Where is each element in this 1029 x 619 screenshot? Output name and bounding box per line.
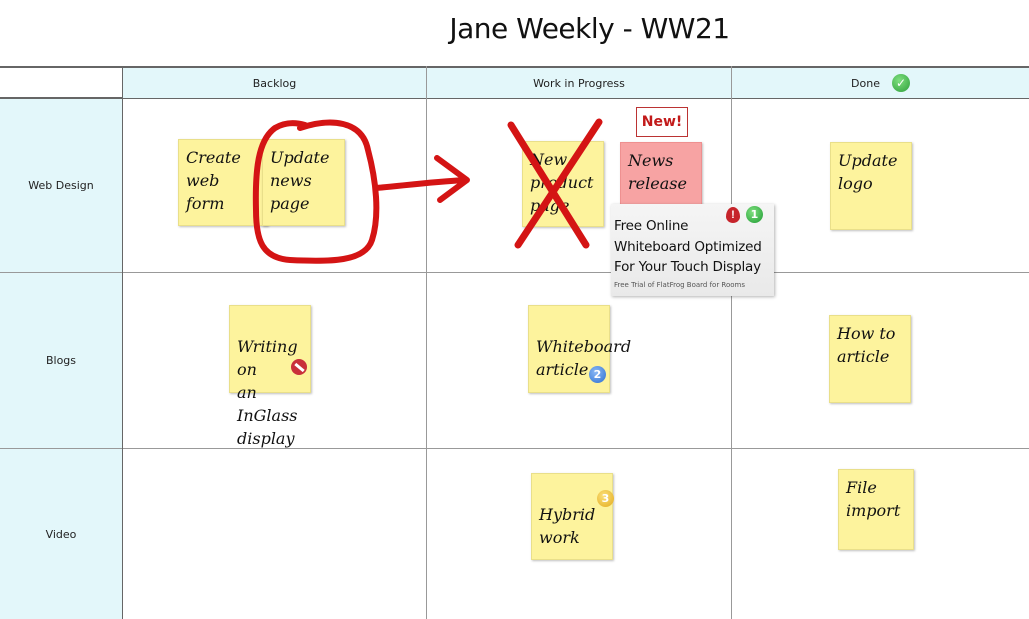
sticky-note-update-news-page[interactable]: Update news page (262, 139, 345, 226)
column-label: Done (851, 76, 880, 90)
column-header-wip[interactable]: Work in Progress (427, 68, 731, 98)
column-label: Work in Progress (533, 76, 625, 90)
row-header-web-design[interactable]: Web Design (0, 99, 122, 272)
row-label: Blogs (45, 354, 77, 367)
sticky-note-news-release[interactable]: News release (620, 142, 702, 208)
check-circle-icon: ✓ (891, 74, 910, 92)
row-header-video[interactable]: Video (0, 449, 122, 619)
row-label: Video (45, 527, 77, 541)
sticky-note-how-to-article[interactable]: How to article (829, 315, 911, 403)
grid-line (0, 448, 1029, 449)
promo-title: Free Online Whiteboard Optimized For You… (614, 218, 762, 275)
number-badge: 1 (746, 206, 763, 223)
note-text: Whiteboard article (536, 337, 632, 379)
grid-line (122, 66, 123, 619)
alert-drop-icon: ! (726, 207, 740, 223)
note-text: Writing on an InGlass display (237, 337, 298, 448)
row-header-blogs[interactable]: Blogs (0, 273, 122, 448)
number-badge: 2 (589, 366, 606, 383)
sticky-note-new-product-page[interactable]: New product page (522, 141, 604, 227)
sticky-note-update-logo[interactable]: Update logo (830, 142, 912, 230)
promo-subtitle[interactable]: Free Trial of FlatFrog Board for Rooms (614, 281, 771, 289)
sticky-note-file-import[interactable]: File import (838, 469, 914, 550)
sticky-note-create-web-form[interactable]: Create web form (178, 139, 268, 226)
sticky-note-hybrid-work[interactable]: Hybrid work 3 (531, 473, 614, 560)
board-title: Jane Weekly - WW21 (449, 12, 730, 45)
grid-line (731, 66, 732, 619)
number-badge: 3 (597, 490, 614, 507)
new-label[interactable]: New! (636, 107, 688, 137)
no-entry-icon (291, 359, 307, 375)
sticky-note-writing-inglass[interactable]: Writing on an InGlass display (229, 305, 311, 448)
ink-arrow-head (434, 155, 470, 203)
grid-line (0, 272, 1029, 273)
sticky-note-whiteboard-article[interactable]: Whiteboard article 2 (528, 305, 631, 393)
row-label: Web Design (28, 179, 94, 192)
column-header-done[interactable]: Done ✓ (732, 68, 1029, 98)
promo-card[interactable]: ! 1 Free Online Whiteboard Optimized For… (611, 204, 774, 296)
column-header-backlog[interactable]: Backlog (123, 68, 426, 98)
note-text: Hybrid work (539, 505, 596, 547)
grid-line (426, 66, 427, 619)
ink-arrow-shaft (373, 177, 468, 191)
column-label: Backlog (252, 76, 297, 90)
